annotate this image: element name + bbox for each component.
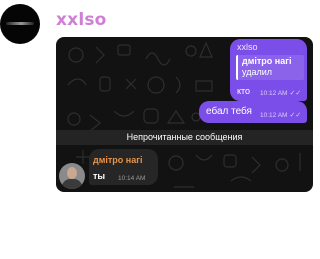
message-sender: дмітро нагі — [93, 155, 143, 165]
channel-name[interactable]: xxlso — [56, 10, 107, 30]
message-text: ебал тебя — [206, 106, 252, 117]
channel-avatar[interactable] — [0, 4, 40, 44]
message-text: ты — [93, 171, 106, 181]
reply-quote[interactable]: дмітро нагі удалил — [236, 55, 304, 80]
chat-screenshot: xxlso дмітро нагі удалил кто 10:12 AM ✓✓ … — [56, 37, 313, 192]
avatar-head — [67, 167, 77, 179]
read-ticks-icon: ✓✓ — [289, 112, 302, 119]
message-meta: 10:12 AM ✓✓ — [260, 111, 301, 119]
unread-messages-divider: Непрочитанные сообщения — [56, 130, 313, 145]
message-time: 10:14 AM — [118, 175, 146, 182]
message-time: 10:12 AM — [260, 112, 288, 119]
reply-text: удалил — [242, 67, 272, 77]
contact-avatar[interactable] — [59, 163, 85, 189]
incoming-message[interactable]: дмітро нагі ты 10:14 AM — [89, 149, 158, 185]
read-ticks-icon: ✓✓ — [289, 90, 302, 97]
message-sender: xxlso — [237, 42, 258, 52]
avatar-body — [62, 179, 82, 189]
message-meta: 10:12 AM ✓✓ — [260, 89, 301, 97]
avatar-logo — [6, 22, 34, 25]
message-text: кто — [237, 86, 251, 96]
outgoing-reply-message[interactable]: xxlso дмітро нагі удалил кто 10:12 AM ✓✓ — [230, 39, 307, 101]
reply-author: дмітро нагі — [242, 56, 292, 66]
message-time: 10:12 AM — [260, 90, 288, 97]
outgoing-message[interactable]: ебал тебя 10:12 AM ✓✓ — [199, 101, 307, 123]
